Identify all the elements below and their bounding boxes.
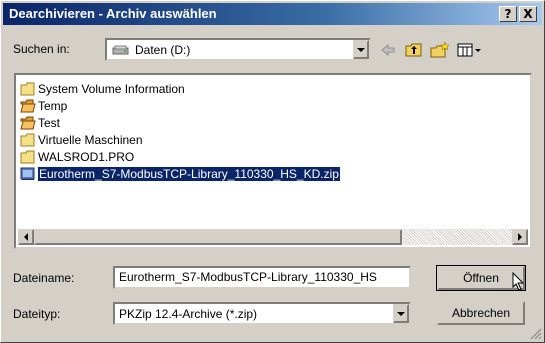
filetype-dropdown-button[interactable] (393, 304, 409, 323)
window-title: Dearchivieren - Archiv auswählen (9, 6, 217, 21)
scroll-right-arrow-icon (518, 233, 522, 241)
open-archive-dialog: Dearchivieren - Archiv auswählen ? X Suc… (0, 0, 545, 343)
close-button[interactable]: X (519, 6, 537, 22)
up-folder-icon (405, 43, 422, 57)
open-folder-icon (20, 116, 36, 130)
scroll-right-button[interactable] (512, 229, 528, 245)
look-in-value: Daten (D:) (135, 43, 191, 57)
folder-icon (20, 150, 35, 164)
look-in-label: Suchen in: (13, 42, 70, 56)
file-name: WALSROD1.PRO (38, 150, 135, 164)
list-item[interactable]: Temp (20, 98, 67, 114)
view-menu-button[interactable] (455, 40, 485, 60)
file-name: Test (38, 116, 61, 130)
file-name: System Volume Information (38, 82, 185, 96)
new-folder-button[interactable] (429, 40, 451, 60)
scrollbar-thumb[interactable] (34, 229, 402, 245)
filename-input[interactable]: Eurotherm_S7-ModbusTCP-Library_110330_HS (113, 266, 411, 289)
chevron-down-icon (397, 311, 405, 316)
chevron-down-icon (357, 47, 365, 52)
back-button[interactable] (377, 40, 399, 60)
list-item[interactable]: System Volume Information (20, 81, 185, 97)
filetype-select[interactable]: PKZip 12.4-Archive (*.zip) (113, 302, 411, 325)
view-menu-icon (457, 43, 481, 57)
look-in-dropdown-button[interactable] (353, 40, 369, 59)
folder-icon (20, 82, 35, 96)
filetype-label: Dateityp: (13, 307, 61, 321)
list-item[interactable]: Test (20, 115, 60, 131)
list-item[interactable]: WALSROD1.PRO (20, 149, 134, 165)
list-item-selected[interactable]: Eurotherm_S7-ModbusTCP-Library_110330_HS… (20, 166, 341, 182)
help-button[interactable]: ? (499, 6, 517, 22)
drive-icon (112, 45, 129, 55)
zip-file-icon (20, 167, 35, 180)
resize-grip-icon[interactable] (530, 328, 542, 340)
mouse-cursor-icon (512, 272, 525, 291)
file-list[interactable]: System Volume Information Temp Test Virt… (14, 73, 532, 249)
title-bar[interactable]: Dearchivieren - Archiv auswählen ? X (3, 3, 542, 25)
new-folder-icon (430, 42, 450, 58)
file-name: Temp (38, 99, 68, 113)
file-name: Eurotherm_S7-ModbusTCP-Library_110330_HS… (37, 166, 341, 182)
back-arrow-icon (381, 43, 395, 57)
list-item[interactable]: Virtuelle Maschinen (20, 132, 143, 148)
horizontal-scrollbar[interactable] (18, 229, 528, 245)
file-name: Virtuelle Maschinen (38, 133, 143, 147)
cancel-button[interactable]: Abbrechen (437, 301, 525, 325)
look-in-select[interactable]: Daten (D:) (105, 38, 371, 61)
folder-icon (20, 133, 35, 147)
up-folder-button[interactable] (403, 40, 425, 60)
scroll-left-arrow-icon (24, 233, 28, 241)
filename-label: Dateiname: (13, 271, 75, 285)
filetype-value: PKZip 12.4-Archive (*.zip) (119, 307, 258, 321)
scroll-left-button[interactable] (18, 229, 34, 245)
open-folder-icon (20, 99, 36, 113)
